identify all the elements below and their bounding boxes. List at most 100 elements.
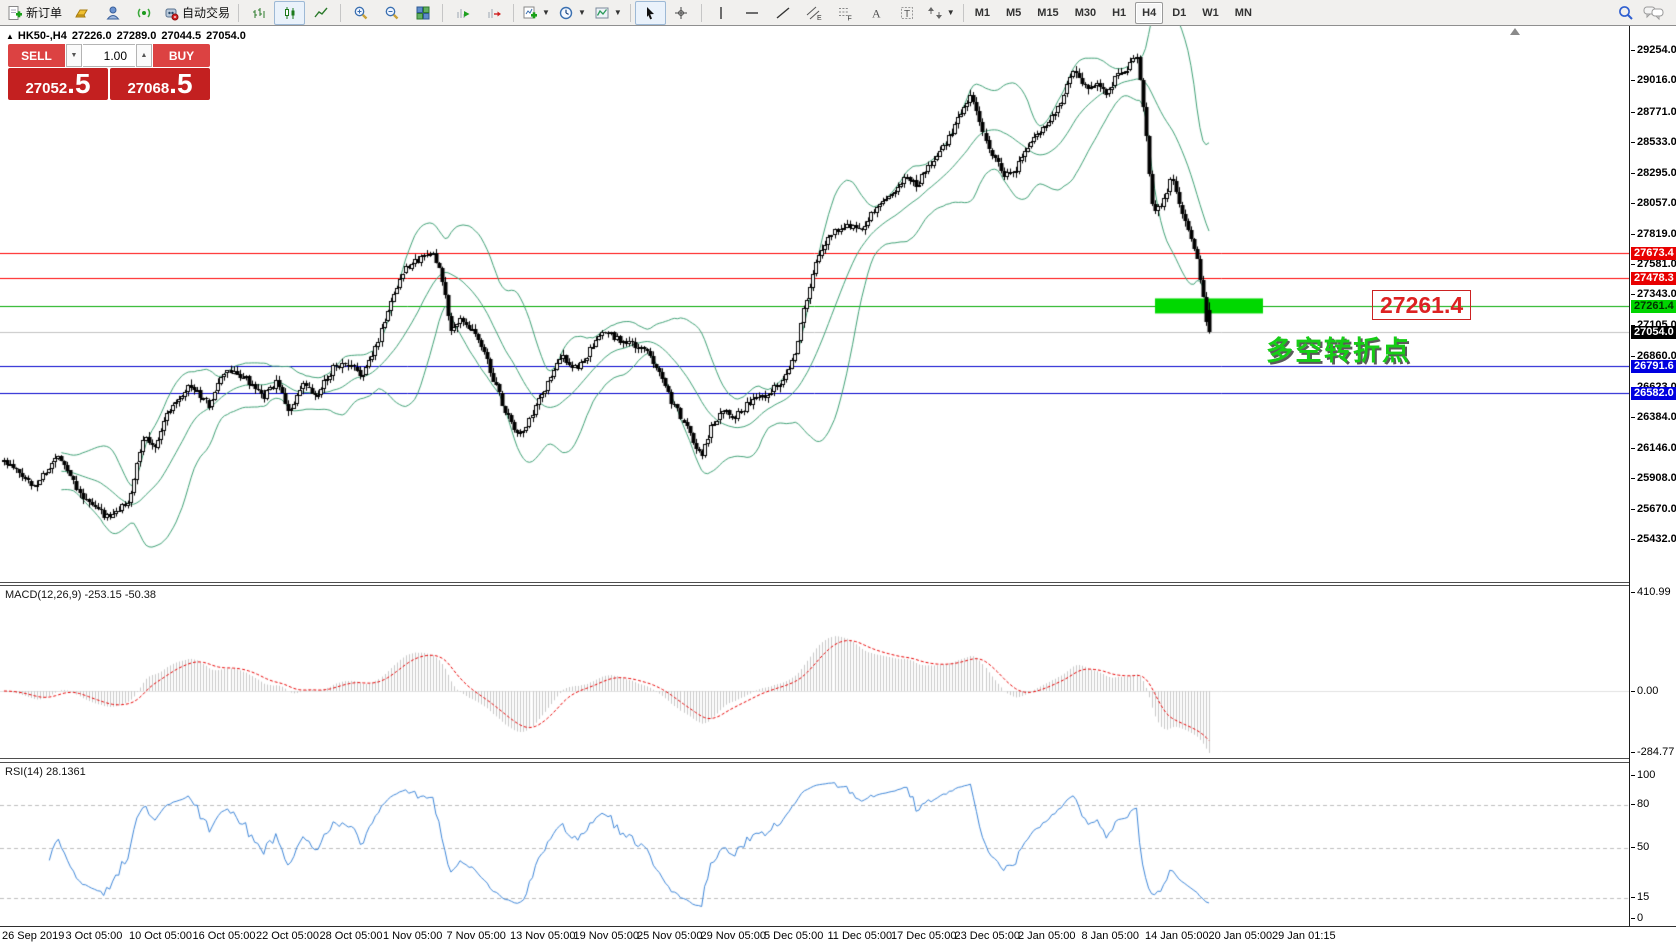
timeframe-button-H4[interactable]: H4 [1135, 2, 1163, 24]
cursor-icon [642, 5, 658, 21]
equidistant-channel-icon: E [806, 5, 822, 21]
rsi-canvas[interactable] [0, 763, 1629, 926]
collapse-panel-icon[interactable]: ▲ [6, 32, 14, 41]
tile-windows-icon [415, 5, 431, 21]
level-annotation-box[interactable]: 27261.4 [1372, 290, 1471, 320]
gold-icon [74, 5, 90, 21]
auto-trading-button[interactable]: 自动交易 [159, 1, 234, 25]
time-axis-label: 7 Nov 05:00 [447, 930, 506, 942]
toolbar-separator [340, 4, 341, 22]
auto-scroll-button[interactable] [447, 1, 478, 25]
fibonacci-button[interactable]: F [830, 1, 861, 25]
price-level-badge: 27261.4 [1631, 300, 1676, 313]
templates-dropdown[interactable]: ▼ [590, 1, 626, 25]
timeframe-button-H1[interactable]: H1 [1105, 2, 1133, 24]
price-axis-column[interactable]: 29254.029016.028771.028533.028295.028057… [1629, 26, 1676, 926]
arrows-dropdown[interactable]: ▼ [923, 1, 959, 25]
auto-scroll-icon [455, 5, 471, 21]
timeframe-button-D1[interactable]: D1 [1165, 2, 1193, 24]
quote-low: 27044.5 [161, 30, 201, 42]
zoom-out-button[interactable] [376, 1, 407, 25]
macd-axis-label: 0.00 [1637, 685, 1658, 697]
volume-input[interactable]: 1.00 [83, 44, 135, 67]
new-chart-dropdown[interactable]: ▼ [518, 1, 554, 25]
turning-point-annotation[interactable]: 多空转折点 [1266, 329, 1411, 368]
macd-canvas[interactable] [0, 586, 1629, 758]
time-axis-label: 17 Dec 05:00 [891, 930, 956, 942]
buy-price-fraction: .5 [169, 68, 192, 100]
timeframe-button-M15[interactable]: M15 [1030, 2, 1065, 24]
signals-button[interactable] [128, 1, 159, 25]
horizontal-line-icon [744, 5, 760, 21]
crosshair-button[interactable] [666, 1, 697, 25]
new-order-button[interactable]: 新订单 [3, 1, 66, 25]
horizontal-line-button[interactable] [737, 1, 768, 25]
price-level-badge: 26582.0 [1631, 387, 1676, 400]
chevron-down-icon: ▼ [542, 8, 550, 17]
line-chart-icon [313, 5, 329, 21]
macd-label: MACD(12,26,9) -253.15 -50.38 [5, 589, 156, 601]
profile-button[interactable] [97, 1, 128, 25]
time-axis-label: 14 Jan 05:00 [1145, 930, 1209, 942]
trendline-icon [775, 5, 791, 21]
time-axis-label: 8 Jan 05:00 [1082, 930, 1140, 942]
volume-increase-button[interactable]: ▲ [136, 44, 152, 67]
quote-close: 27054.0 [206, 30, 246, 42]
timeframe-button-MN[interactable]: MN [1228, 2, 1259, 24]
chart-shift-marker[interactable] [1510, 28, 1520, 35]
buy-button[interactable]: BUY [153, 44, 210, 67]
price-tick-label: 25432.0 [1637, 533, 1676, 545]
equidistant-channel-button[interactable]: E [799, 1, 830, 25]
timeframe-button-M1[interactable]: M1 [968, 2, 997, 24]
toolbar-right-group [1617, 4, 1673, 22]
toolbar-separator [963, 4, 964, 22]
vertical-line-button[interactable] [706, 1, 737, 25]
time-axis-label: 20 Jan 05:00 [1209, 930, 1273, 942]
timeframe-button-group: M1M5M15M30H1H4D1W1MN [968, 2, 1259, 24]
time-axis[interactable]: 26 Sep 20193 Oct 05:0010 Oct 05:0016 Oct… [0, 926, 1676, 945]
rsi-axis-label: 50 [1637, 841, 1649, 853]
clock-icon [558, 5, 574, 21]
trendline-button[interactable] [768, 1, 799, 25]
timeframe-button-M30[interactable]: M30 [1068, 2, 1103, 24]
periods-dropdown[interactable]: ▼ [554, 1, 590, 25]
buy-price-main: 27068 [127, 73, 169, 105]
tile-windows-button[interactable] [407, 1, 438, 25]
bar-chart-button[interactable] [243, 1, 274, 25]
time-axis-label: 1 Nov 05:00 [383, 930, 442, 942]
crosshair-icon [673, 5, 689, 21]
chart-shift-button[interactable] [478, 1, 509, 25]
sell-button[interactable]: SELL [8, 44, 65, 67]
timeframe-button-W1[interactable]: W1 [1195, 2, 1226, 24]
time-axis-label: 10 Oct 05:00 [129, 930, 192, 942]
chat-icon[interactable] [1643, 5, 1665, 21]
macd-pane: MACD(12,26,9) -253.15 -50.38 [0, 586, 1629, 758]
toolbar-separator [442, 4, 443, 22]
sell-price-button[interactable]: 27052.5 [8, 68, 108, 100]
cursor-button[interactable] [635, 1, 666, 25]
zoom-in-icon [353, 5, 369, 21]
text-label-icon: T [899, 5, 915, 21]
buy-price-button[interactable]: 27068.5 [110, 68, 210, 100]
candlestick-icon [282, 5, 298, 21]
market-watch-button[interactable] [66, 1, 97, 25]
price-level-badge: 27054.0 [1631, 326, 1676, 339]
text-label-button[interactable]: T [892, 1, 923, 25]
svg-text:E: E [817, 15, 822, 21]
time-axis-label: 23 Dec 05:00 [955, 930, 1020, 942]
time-axis-label: 3 Oct 05:00 [66, 930, 123, 942]
price-tick-label: 25670.0 [1637, 503, 1676, 515]
timeframe-button-M5[interactable]: M5 [999, 2, 1028, 24]
candlestick-chart-button[interactable] [274, 1, 305, 25]
price-tick-label: 29254.0 [1637, 44, 1676, 56]
svg-text:F: F [848, 15, 852, 21]
price-tick-label: 28533.0 [1637, 136, 1676, 148]
text-icon: A [868, 5, 884, 21]
main-chart-pane: ▲HK50-,H427226.027289.027044.527054.0 SE… [0, 26, 1629, 582]
search-icon[interactable] [1617, 4, 1635, 22]
zoom-in-button[interactable] [345, 1, 376, 25]
line-chart-button[interactable] [305, 1, 336, 25]
volume-decrease-button[interactable]: ▼ [66, 44, 82, 67]
rsi-axis-label: 15 [1637, 891, 1649, 903]
text-button[interactable]: A [861, 1, 892, 25]
